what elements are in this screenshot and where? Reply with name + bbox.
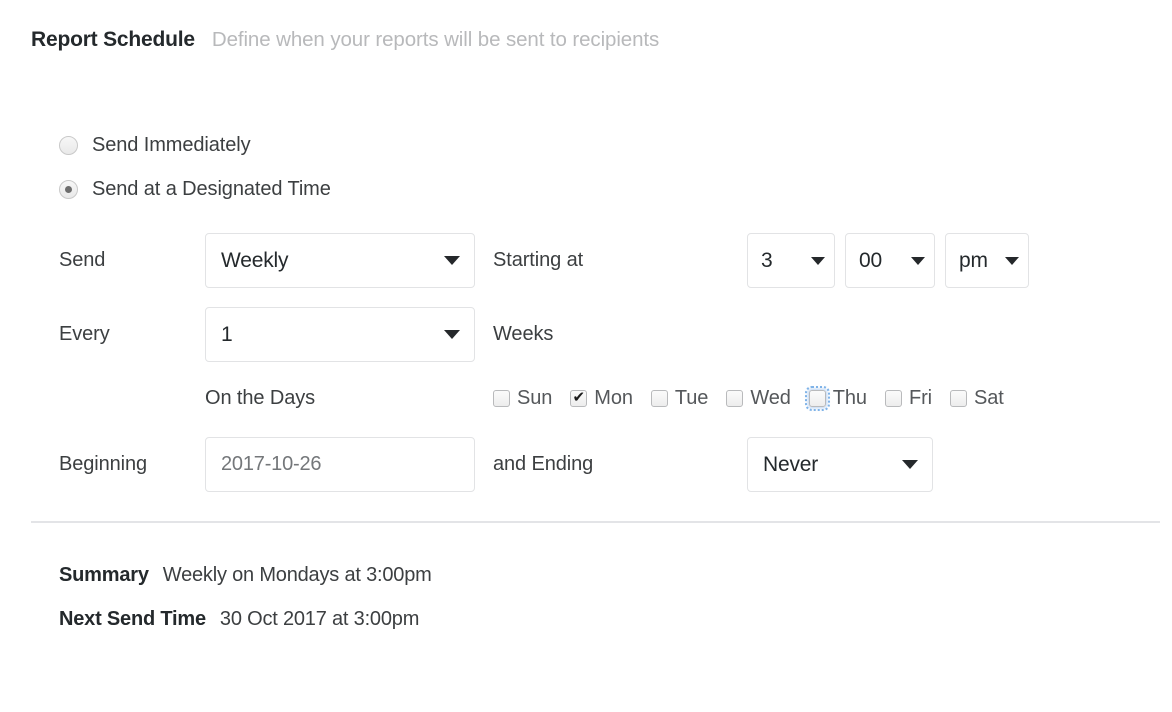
next-send-row: Next Send Time 30 Oct 2017 at 3:00pm xyxy=(59,608,432,637)
day-checkbox-mon[interactable]: Mon xyxy=(570,387,633,410)
day-label-sun: Sun xyxy=(517,386,553,409)
radio-icon-designated-time[interactable] xyxy=(59,179,78,199)
day-label-mon: Mon xyxy=(594,386,633,409)
day-label-thu: Thu xyxy=(832,386,867,409)
page-subtitle: Define when your reports will be sent to… xyxy=(211,28,660,51)
summary-label: Summary xyxy=(59,564,149,586)
chevron-down-icon xyxy=(444,256,460,265)
frequency-select[interactable]: Weekly xyxy=(205,233,475,288)
minute-select[interactable]: 00 xyxy=(845,233,935,288)
frequency-select-value: Weekly xyxy=(221,248,289,272)
checkbox-icon-wed[interactable] xyxy=(726,389,744,407)
label-every: Every xyxy=(59,323,110,345)
checkbox-icon-mon[interactable] xyxy=(570,388,588,407)
label-on-the-days-wrap: On the Days xyxy=(205,387,493,410)
row-send-frequency: Send Weekly Starting at 3 00 pm xyxy=(59,233,1139,288)
meridiem-select[interactable]: pm xyxy=(945,233,1029,288)
label-send: Send xyxy=(59,249,106,271)
checkbox-icon-thu[interactable] xyxy=(804,385,830,411)
day-checkbox-sat[interactable]: Sat xyxy=(950,387,1004,410)
day-label-fri: Fri xyxy=(908,386,932,409)
hour-select[interactable]: 3 xyxy=(747,233,835,288)
chevron-down-icon xyxy=(811,256,825,265)
chevron-down-icon xyxy=(1005,256,1019,265)
checkbox-icon-sat[interactable] xyxy=(950,389,967,407)
field-ending: Never xyxy=(747,437,933,492)
checkbox-icon-fri[interactable] xyxy=(884,389,902,407)
summary-section: Summary Weekly on Mondays at 3:00pm Next… xyxy=(59,564,432,637)
row-on-the-days: On the Days Sun Mon Tue Wed xyxy=(59,381,1139,415)
radio-label-send-immediately: Send Immediately xyxy=(92,133,251,156)
radio-icon-send-immediately[interactable] xyxy=(59,135,78,155)
minute-select-value: 00 xyxy=(859,248,882,272)
meridiem-select-value: pm xyxy=(959,248,988,272)
label-interval-unit: Weeks xyxy=(493,323,554,345)
day-checkbox-wed[interactable]: Wed xyxy=(726,386,791,410)
label-and-ending: and Ending xyxy=(493,453,594,475)
label-beginning: Beginning xyxy=(59,453,148,475)
radio-option-designated-time[interactable]: Send at a Designated Time xyxy=(59,173,331,205)
row-date-range: Beginning and Ending Never xyxy=(59,437,1139,492)
field-frequency: Weekly xyxy=(205,233,493,288)
schedule-form: Send Weekly Starting at 3 00 pm Every 1 … xyxy=(59,233,1139,511)
field-interval: 1 xyxy=(205,307,493,362)
field-beginning-date xyxy=(205,437,493,492)
day-checkbox-sun[interactable]: Sun xyxy=(493,387,552,410)
report-schedule-panel: Report Schedule Define when your reports… xyxy=(0,0,1172,712)
chevron-down-icon xyxy=(911,256,925,265)
radio-option-send-immediately[interactable]: Send Immediately xyxy=(59,129,331,161)
hour-select-value: 3 xyxy=(761,248,773,272)
checkbox-icon-tue[interactable] xyxy=(650,389,668,407)
day-checkbox-fri[interactable]: Fri xyxy=(884,386,932,410)
next-send-value: 30 Oct 2017 at 3:00pm xyxy=(219,608,420,630)
start-time-group: 3 00 pm xyxy=(747,233,1029,288)
beginning-date-input[interactable] xyxy=(205,437,475,492)
day-label-tue: Tue xyxy=(674,386,709,409)
day-checkbox-thu[interactable]: Thu xyxy=(804,385,867,411)
summary-value: Weekly on Mondays at 3:00pm xyxy=(162,564,432,586)
day-checkbox-tue[interactable]: Tue xyxy=(650,386,709,410)
summary-row: Summary Weekly on Mondays at 3:00pm xyxy=(59,564,432,593)
chevron-down-icon xyxy=(902,460,918,469)
row-interval: Every 1 Weeks xyxy=(59,307,1139,362)
panel-header: Report Schedule Define when your reports… xyxy=(31,28,659,52)
section-divider xyxy=(31,521,1160,523)
checkbox-icon-sun[interactable] xyxy=(493,389,510,407)
ending-select[interactable]: Never xyxy=(747,437,933,492)
day-checkbox-group: Sun Mon Tue Wed Thu xyxy=(493,385,1004,411)
interval-select-value: 1 xyxy=(221,322,233,346)
chevron-down-icon xyxy=(444,330,460,339)
page-title: Report Schedule xyxy=(31,28,195,51)
radio-label-designated-time: Send at a Designated Time xyxy=(92,177,331,200)
interval-select[interactable]: 1 xyxy=(205,307,475,362)
label-starting-at: Starting at xyxy=(493,249,584,271)
day-label-sat: Sat xyxy=(974,386,1004,409)
next-send-label: Next Send Time xyxy=(59,608,206,630)
label-on-the-days: On the Days xyxy=(205,386,316,409)
send-mode-radio-group: Send Immediately Send at a Designated Ti… xyxy=(59,129,331,205)
day-label-wed: Wed xyxy=(750,386,791,409)
ending-select-value: Never xyxy=(763,452,819,476)
